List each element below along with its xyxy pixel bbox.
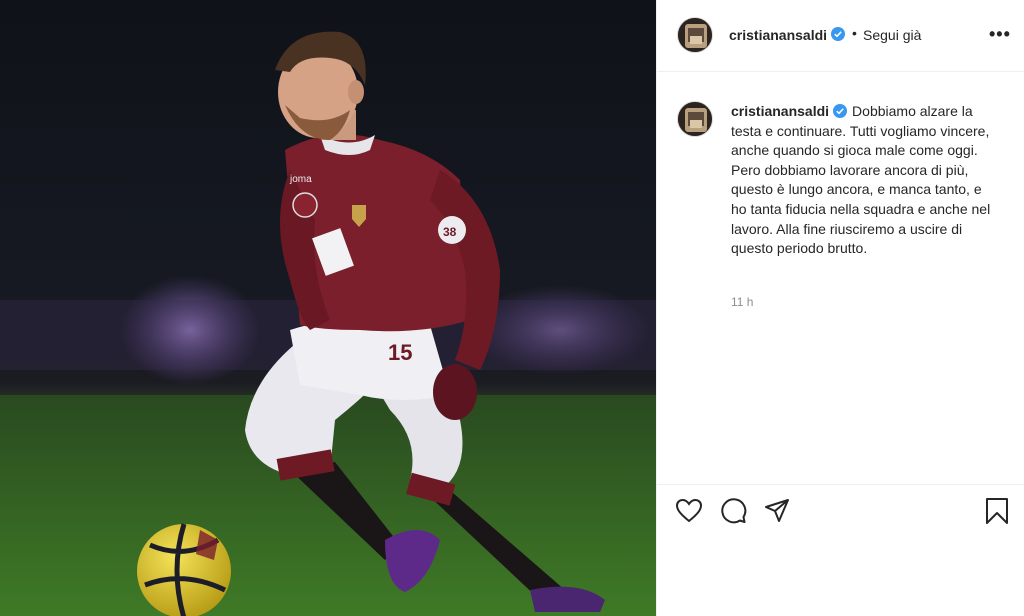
bookmark-icon[interactable]	[983, 497, 1011, 525]
post-side-panel: cristianansaldi • Segui già ••• cristian…	[656, 0, 1024, 616]
action-bar	[657, 484, 1024, 540]
caption-avatar[interactable]	[677, 101, 713, 137]
following-button[interactable]: Segui già	[863, 27, 921, 43]
shorts-number: 15	[388, 340, 412, 365]
verified-badge-icon	[833, 104, 848, 118]
post-timestamp[interactable]: 11 h	[731, 295, 753, 309]
heart-icon[interactable]	[675, 497, 703, 525]
post-header: cristianansaldi • Segui già •••	[657, 0, 1024, 72]
more-options-icon[interactable]: •••	[989, 25, 1011, 43]
post-photo[interactable]: 15 joma 38	[0, 0, 656, 616]
header-username[interactable]: cristianansaldi	[729, 27, 827, 43]
send-icon[interactable]	[763, 497, 791, 525]
caption-username[interactable]: cristianansaldi	[731, 103, 829, 119]
kit-brand: joma	[289, 174, 312, 185]
comment-icon[interactable]	[719, 497, 747, 525]
player-photo-illustration: 15 joma 38	[0, 0, 656, 616]
verified-badge-icon	[831, 27, 845, 41]
separator-dot: •	[852, 25, 857, 41]
post-caption: cristianansaldi Dobbiamo alzare la testa …	[731, 102, 1001, 259]
caption-text: Dobbiamo alzare la testa e continuare. T…	[731, 103, 991, 257]
avatar[interactable]	[677, 17, 713, 53]
sleeve-badge-number: 38	[443, 225, 457, 239]
